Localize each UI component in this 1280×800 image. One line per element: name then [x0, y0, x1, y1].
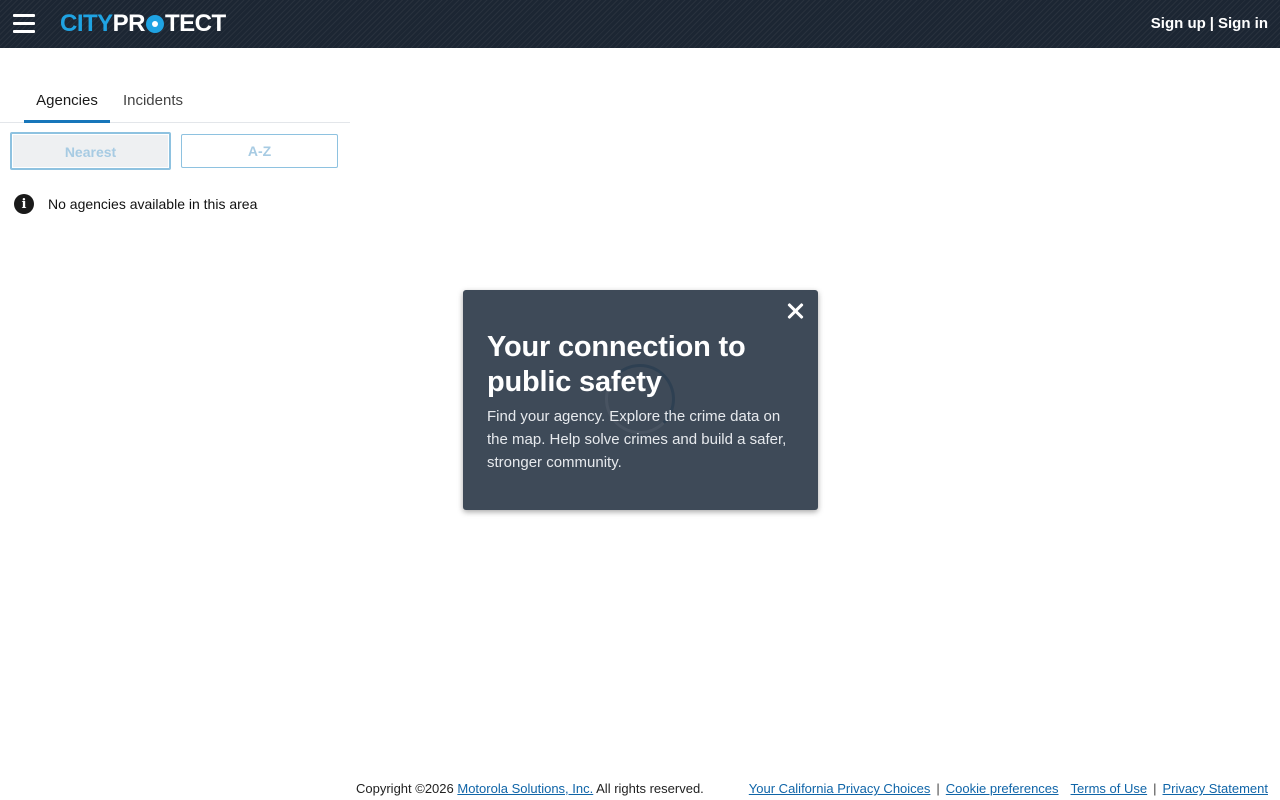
dialog-title: Your connection to public safety — [487, 331, 746, 398]
tab-incidents[interactable]: Incidents — [114, 86, 192, 120]
dialog-body: Find your agency. Explore the crime data… — [487, 408, 787, 471]
sign-in-link[interactable]: Sign in — [1218, 15, 1268, 33]
no-agencies-notice: i No agencies available in this area — [14, 193, 257, 215]
auth-links: Sign up | Sign in — [1151, 15, 1268, 33]
auth-separator: | — [1209, 15, 1214, 32]
sidebar-tabs: Agencies Incidents — [0, 86, 350, 123]
footer-links: Your California Privacy Choices | Cookie… — [749, 780, 1268, 798]
footer-separator: | — [1153, 781, 1157, 796]
hamburger-menu-icon[interactable] — [13, 14, 35, 34]
cookie-preferences-link[interactable]: Cookie preferences — [946, 780, 1059, 798]
copyright: Copyright ©2026 Motorola Solutions, Inc.… — [356, 780, 704, 798]
copyright-suffix: All rights reserved. — [596, 781, 704, 796]
logo-tect-text: TECT — [165, 10, 226, 37]
no-agencies-text: No agencies available in this area — [48, 196, 258, 212]
terms-of-use-link[interactable]: Terms of Use — [1071, 780, 1148, 798]
logo-pr-text: PR — [112, 10, 146, 37]
sort-a-z-button[interactable]: A-Z — [181, 134, 338, 168]
california-privacy-choices-link[interactable]: Your California Privacy Choices — [749, 780, 931, 798]
sort-nearest-button[interactable]: Nearest — [10, 132, 171, 170]
logo-o-mark — [146, 15, 165, 33]
privacy-statement-link[interactable]: Privacy Statement — [1163, 780, 1269, 798]
footer-separator: | — [936, 781, 940, 796]
top-navigation-bar: CITY PR TECT Sign up | Sign in — [0, 0, 1280, 48]
motorola-solutions-link[interactable]: Motorola Solutions, Inc. — [457, 781, 593, 796]
cityprotect-logo[interactable]: CITY PR TECT — [60, 10, 226, 38]
tab-agencies[interactable]: Agencies — [24, 86, 110, 123]
logo-city-text: CITY — [60, 10, 113, 37]
footer-spacer — [1059, 780, 1071, 798]
welcome-dialog: Your connection to public safety Find yo… — [463, 290, 818, 510]
close-icon[interactable] — [784, 300, 806, 322]
sign-up-link[interactable]: Sign up — [1151, 15, 1206, 33]
page-footer: Copyright ©2026 Motorola Solutions, Inc.… — [0, 780, 1280, 798]
info-icon: i — [14, 194, 34, 214]
copyright-prefix: Copyright ©2026 — [356, 781, 454, 796]
